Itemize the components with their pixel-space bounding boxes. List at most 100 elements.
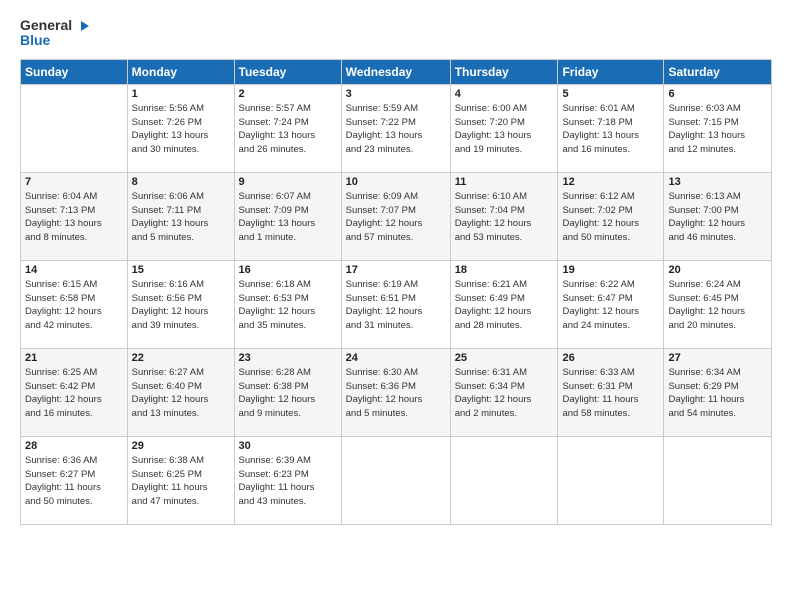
calendar-cell: 3 Sunrise: 5:59 AMSunset: 7:22 PMDaylight… <box>341 84 450 172</box>
calendar-cell: 6Sunrise: 6:03 AMSunset: 7:15 PMDaylight… <box>664 84 772 172</box>
day-info: Sunrise: 6:21 AMSunset: 6:49 PMDaylight:… <box>455 278 554 333</box>
day-info: Sunrise: 6:33 AMSunset: 6:31 PMDaylight:… <box>562 366 659 421</box>
day-info: Sunrise: 6:07 AMSunset: 7:09 PMDaylight:… <box>239 190 337 245</box>
calendar-cell: 27 Sunrise: 6:34 AMSunset: 6:29 PMDayligh… <box>664 348 772 436</box>
calendar-cell: 26 Sunrise: 6:33 AMSunset: 6:31 PMDayligh… <box>558 348 664 436</box>
calendar-cell: 7 Sunrise: 6:04 AMSunset: 7:13 PMDaylight… <box>21 172 128 260</box>
calendar-cell: 30 Sunrise: 6:39 AMSunset: 6:23 PMDayligh… <box>234 436 341 524</box>
calendar-cell: 22Sunrise: 6:27 AMSunset: 6:40 PMDayligh… <box>127 348 234 436</box>
day-number: 18 <box>455 264 554 276</box>
day-number: 2 <box>239 88 337 100</box>
calendar-cell: 8 Sunrise: 6:06 AMSunset: 7:11 PMDaylight… <box>127 172 234 260</box>
logo: General Blue <box>20 18 91 49</box>
day-info: Sunrise: 6:15 AMSunset: 6:58 PMDaylight:… <box>25 278 123 333</box>
day-info: Sunrise: 6:09 AMSunset: 7:07 PMDaylight:… <box>346 190 446 245</box>
day-info: Sunrise: 6:22 AMSunset: 6:47 PMDaylight:… <box>562 278 659 333</box>
weekday-header-thursday: Thursday <box>450 59 558 84</box>
calendar-cell: 20Sunrise: 6:24 AMSunset: 6:45 PMDayligh… <box>664 260 772 348</box>
day-number: 25 <box>455 352 554 364</box>
week-row-3: 14 Sunrise: 6:15 AMSunset: 6:58 PMDayligh… <box>21 260 772 348</box>
day-number: 28 <box>25 440 123 452</box>
calendar-cell: 1 Sunrise: 5:56 AMSunset: 7:26 PMDaylight… <box>127 84 234 172</box>
day-info: Sunrise: 6:38 AMSunset: 6:25 PMDaylight:… <box>132 454 230 509</box>
calendar-cell: 5 Sunrise: 6:01 AMSunset: 7:18 PMDaylight… <box>558 84 664 172</box>
day-info: Sunrise: 6:12 AMSunset: 7:02 PMDaylight:… <box>562 190 659 245</box>
day-info: Sunrise: 6:30 AMSunset: 6:36 PMDaylight:… <box>346 366 446 421</box>
day-info: Sunrise: 6:13 AMSunset: 7:00 PMDaylight:… <box>668 190 767 245</box>
day-info: Sunrise: 5:57 AMSunset: 7:24 PMDaylight:… <box>239 102 337 157</box>
day-info: Sunrise: 5:56 AMSunset: 7:26 PMDaylight:… <box>132 102 230 157</box>
weekday-header-friday: Friday <box>558 59 664 84</box>
weekday-header-tuesday: Tuesday <box>234 59 341 84</box>
day-info: Sunrise: 6:19 AMSunset: 6:51 PMDaylight:… <box>346 278 446 333</box>
day-number: 24 <box>346 352 446 364</box>
day-info: Sunrise: 6:18 AMSunset: 6:53 PMDaylight:… <box>239 278 337 333</box>
calendar-cell: 23 Sunrise: 6:28 AMSunset: 6:38 PMDayligh… <box>234 348 341 436</box>
logo-arrow-icon <box>77 19 91 33</box>
day-info: Sunrise: 6:00 AMSunset: 7:20 PMDaylight:… <box>455 102 554 157</box>
header: General Blue <box>20 18 772 49</box>
calendar-cell: 9 Sunrise: 6:07 AMSunset: 7:09 PMDaylight… <box>234 172 341 260</box>
day-info: Sunrise: 6:04 AMSunset: 7:13 PMDaylight:… <box>25 190 123 245</box>
week-row-5: 28 Sunrise: 6:36 AMSunset: 6:27 PMDayligh… <box>21 436 772 524</box>
calendar-cell <box>21 84 128 172</box>
day-number: 21 <box>25 352 123 364</box>
day-info: Sunrise: 6:36 AMSunset: 6:27 PMDaylight:… <box>25 454 123 509</box>
week-row-4: 21 Sunrise: 6:25 AMSunset: 6:42 PMDayligh… <box>21 348 772 436</box>
day-number: 23 <box>239 352 337 364</box>
calendar-cell: 11Sunrise: 6:10 AMSunset: 7:04 PMDayligh… <box>450 172 558 260</box>
week-row-2: 7 Sunrise: 6:04 AMSunset: 7:13 PMDaylight… <box>21 172 772 260</box>
weekday-header-monday: Monday <box>127 59 234 84</box>
day-info: Sunrise: 5:59 AMSunset: 7:22 PMDaylight:… <box>346 102 446 157</box>
day-number: 29 <box>132 440 230 452</box>
day-number: 15 <box>132 264 230 276</box>
calendar-table: SundayMondayTuesdayWednesdayThursdayFrid… <box>20 59 772 525</box>
calendar-cell: 13 Sunrise: 6:13 AMSunset: 7:00 PMDayligh… <box>664 172 772 260</box>
logo-blue: Blue <box>20 33 91 48</box>
calendar-cell: 28 Sunrise: 6:36 AMSunset: 6:27 PMDayligh… <box>21 436 128 524</box>
day-number: 17 <box>346 264 446 276</box>
day-number: 8 <box>132 176 230 188</box>
day-info: Sunrise: 6:01 AMSunset: 7:18 PMDaylight:… <box>562 102 659 157</box>
calendar-cell <box>558 436 664 524</box>
calendar-cell: 17 Sunrise: 6:19 AMSunset: 6:51 PMDayligh… <box>341 260 450 348</box>
day-number: 30 <box>239 440 337 452</box>
weekday-header-wednesday: Wednesday <box>341 59 450 84</box>
calendar-cell <box>450 436 558 524</box>
day-number: 19 <box>562 264 659 276</box>
calendar-cell: 15 Sunrise: 6:16 AMSunset: 6:56 PMDayligh… <box>127 260 234 348</box>
day-info: Sunrise: 6:31 AMSunset: 6:34 PMDaylight:… <box>455 366 554 421</box>
day-info: Sunrise: 6:24 AMSunset: 6:45 PMDaylight:… <box>668 278 767 333</box>
day-info: Sunrise: 6:34 AMSunset: 6:29 PMDaylight:… <box>668 366 767 421</box>
calendar-cell: 16Sunrise: 6:18 AMSunset: 6:53 PMDayligh… <box>234 260 341 348</box>
day-number: 3 <box>346 88 446 100</box>
logo-general: General <box>20 18 91 33</box>
calendar-cell: 10 Sunrise: 6:09 AMSunset: 7:07 PMDayligh… <box>341 172 450 260</box>
calendar-cell: 18 Sunrise: 6:21 AMSunset: 6:49 PMDayligh… <box>450 260 558 348</box>
day-number: 7 <box>25 176 123 188</box>
day-number: 9 <box>239 176 337 188</box>
day-number: 14 <box>25 264 123 276</box>
day-info: Sunrise: 6:39 AMSunset: 6:23 PMDaylight:… <box>239 454 337 509</box>
day-info: Sunrise: 6:10 AMSunset: 7:04 PMDaylight:… <box>455 190 554 245</box>
day-number: 4 <box>455 88 554 100</box>
calendar-cell: 21 Sunrise: 6:25 AMSunset: 6:42 PMDayligh… <box>21 348 128 436</box>
page: General Blue SundayMondayTuesdayWednesda… <box>0 0 792 612</box>
day-number: 10 <box>346 176 446 188</box>
day-number: 27 <box>668 352 767 364</box>
day-number: 26 <box>562 352 659 364</box>
day-info: Sunrise: 6:25 AMSunset: 6:42 PMDaylight:… <box>25 366 123 421</box>
day-number: 12 <box>562 176 659 188</box>
day-info: Sunrise: 6:28 AMSunset: 6:38 PMDaylight:… <box>239 366 337 421</box>
calendar-cell <box>664 436 772 524</box>
day-number: 13 <box>668 176 767 188</box>
calendar-cell: 14 Sunrise: 6:15 AMSunset: 6:58 PMDayligh… <box>21 260 128 348</box>
week-row-1: 1 Sunrise: 5:56 AMSunset: 7:26 PMDaylight… <box>21 84 772 172</box>
day-info: Sunrise: 6:16 AMSunset: 6:56 PMDaylight:… <box>132 278 230 333</box>
weekday-header-row: SundayMondayTuesdayWednesdayThursdayFrid… <box>21 59 772 84</box>
day-number: 1 <box>132 88 230 100</box>
day-number: 5 <box>562 88 659 100</box>
day-info: Sunrise: 6:06 AMSunset: 7:11 PMDaylight:… <box>132 190 230 245</box>
weekday-header-saturday: Saturday <box>664 59 772 84</box>
calendar-cell: 2 Sunrise: 5:57 AMSunset: 7:24 PMDaylight… <box>234 84 341 172</box>
